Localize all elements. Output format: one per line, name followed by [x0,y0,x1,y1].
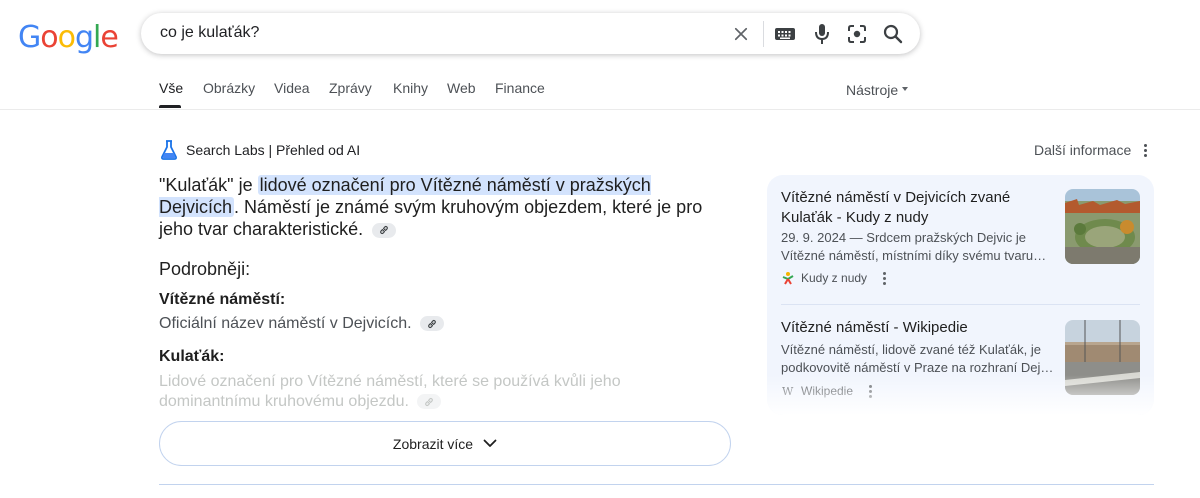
source-site-name: Kudy z nudy [801,271,868,285]
section-divider [159,484,1154,485]
detail-description-text: Oficiální název náměstí v Dejvicích. [159,315,412,332]
logo-letter: e [100,20,118,55]
source-link-icon[interactable] [420,316,444,332]
source-snippet: 29. 9. 2024 — Srdcem pražských Dejvic je… [781,230,1047,263]
microphone-icon[interactable] [810,22,834,46]
labs-flask-icon [161,140,177,160]
header-divider [0,109,1200,110]
more-options-icon[interactable] [879,271,889,285]
logo-letter: l [93,20,101,55]
google-logo[interactable]: Google [18,20,119,55]
logo-letter: o [57,20,76,55]
ai-overview-header: Search Labs | Přehled od AI [160,140,360,160]
show-more-button[interactable]: Zobrazit více [159,421,731,466]
detail-description: Oficiální název náměstí v Dejvicích. [159,314,719,334]
tab-all[interactable]: Vše [159,80,183,96]
active-tab-indicator [159,105,181,108]
source-card[interactable]: Vítězné náměstí v Dejvicích zvané Kulaťá… [767,175,1154,304]
logo-letter: G [18,20,41,55]
search-input[interactable]: co je kulaťák? [160,24,259,42]
tab-finance[interactable]: Finance [495,80,545,96]
more-options-icon[interactable] [1138,140,1154,160]
search-box[interactable]: co je kulaťák? [141,13,920,54]
answer-text-start: "Kulaťák" je [159,175,258,195]
tools-label: Nástroje [846,82,899,98]
more-info-link[interactable]: Další informace [1034,142,1131,158]
detail-term: Kulaťák: [159,348,225,365]
tab-images[interactable]: Obrázky [203,80,255,96]
lens-icon[interactable] [845,22,869,46]
source-thumbnail[interactable] [1065,189,1140,264]
source-site[interactable]: W Wikipedie [781,384,875,398]
chevron-down-icon [483,439,497,447]
source-title[interactable]: Vítězné náměstí - Wikipedie [781,318,1061,338]
tab-web[interactable]: Web [447,80,476,96]
detail-description-text: Lidové označení pro Vítězné náměstí, kte… [159,373,621,410]
close-icon[interactable] [729,22,753,46]
more-options-icon[interactable] [865,384,875,398]
logo-letter: o [40,20,58,55]
keyboard-icon[interactable] [773,22,797,46]
details-heading: Podrobněji: [159,259,251,279]
detail-description: Lidové označení pro Vítězné náměstí, kte… [159,372,719,412]
tab-videos[interactable]: Videa [274,80,310,96]
show-more-label: Zobrazit více [392,435,474,452]
kudy-z-nudy-favicon [782,272,794,285]
caret-down-icon [902,87,909,92]
svg-text:W: W [782,385,794,398]
wikipedia-favicon: W [782,385,794,398]
logo-letter: g [74,20,94,55]
source-snippet: Vítězné náměstí, lidově zvané též Kulaťá… [781,342,1054,375]
tab-books[interactable]: Knihy [393,80,428,96]
source-card[interactable]: Vítězné náměstí - Wikipedie Vítězné námě… [767,305,1154,415]
sources-panel: Vítězné náměstí v Dejvicích zvané Kulaťá… [767,175,1154,415]
answer-text-end: . Náměstí je známé svým kruhovým objezde… [159,197,703,239]
source-thumbnail[interactable] [1065,320,1140,395]
ai-answer: "Kulaťák" je lidové označení pro Vítězné… [159,174,719,240]
tab-news[interactable]: Zprávy [329,80,372,96]
search-divider [763,21,764,47]
source-link-icon[interactable] [372,222,397,238]
tools-button[interactable]: Nástroje [846,82,909,98]
source-link-icon[interactable] [417,394,442,410]
source-site[interactable]: Kudy z nudy [781,271,889,285]
search-icon[interactable] [881,22,905,46]
detail-term: Vítězné náměstí: [159,291,286,308]
source-title[interactable]: Vítězné náměstí v Dejvicích zvané Kulaťá… [781,188,1061,228]
ai-overview-label: Search Labs | Přehled od AI [186,142,361,158]
source-site-name: Wikipedie [801,384,854,398]
